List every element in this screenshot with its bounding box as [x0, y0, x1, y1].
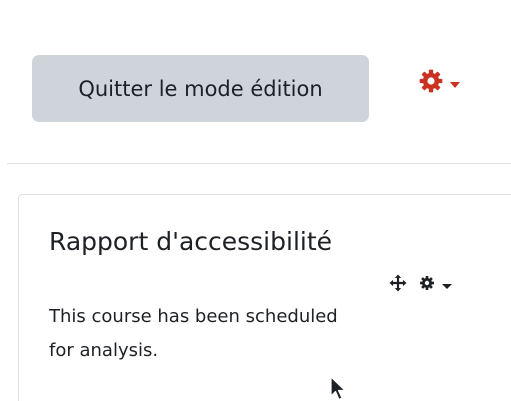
exit-edit-mode-button[interactable]: Quitter le mode édition	[32, 55, 369, 122]
accessibility-report-block: Rapport d'accessibilité This course has …	[18, 194, 511, 401]
exit-edit-mode-label: Quitter le mode édition	[78, 76, 323, 101]
page: Quitter le mode édition Rapport d'access…	[0, 0, 511, 401]
block-controls	[389, 274, 452, 296]
block-title: Rapport d'accessibilité	[49, 227, 333, 256]
gear-icon	[418, 68, 444, 98]
move-block-handle[interactable]	[389, 274, 407, 296]
mouse-pointer-icon	[330, 376, 348, 401]
course-settings-menu[interactable]	[418, 68, 460, 98]
chevron-down-icon	[442, 283, 452, 289]
move-icon	[389, 274, 407, 296]
gear-icon	[419, 275, 435, 295]
chevron-down-icon	[450, 82, 460, 88]
header-divider	[7, 163, 511, 164]
analysis-status-message: This course has been scheduled for analy…	[49, 306, 338, 361]
block-actions-menu[interactable]	[419, 275, 452, 295]
